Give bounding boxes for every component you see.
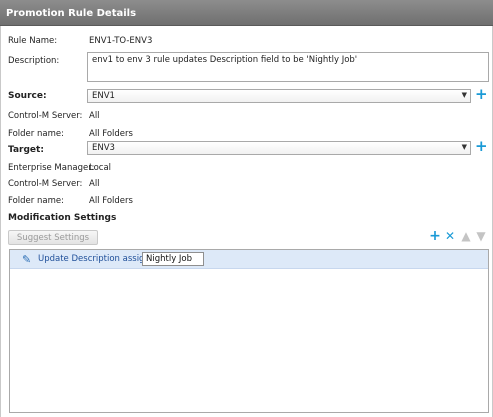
panel-title: Promotion Rule Details bbox=[0, 0, 493, 26]
description-field[interactable]: env1 to env 3 rule updates Description f… bbox=[87, 52, 489, 82]
modification-list: ✎ Update Description assign Nightly Job bbox=[9, 249, 489, 413]
promotion-rule-panel: Rule Name: ENV1-TO-ENV3 Description: env… bbox=[0, 26, 493, 417]
target-label: Target: bbox=[8, 145, 44, 155]
rule-name-label: Rule Name: bbox=[8, 36, 58, 46]
target-em-value: Local bbox=[89, 163, 112, 173]
add-target-plus-icon[interactable]: + bbox=[475, 139, 488, 154]
action-word: Update bbox=[38, 254, 69, 264]
target-folder-value: All Folders bbox=[89, 196, 133, 206]
target-em-label: Enterprise Manager: bbox=[8, 163, 95, 173]
rule-name-value: ENV1-TO-ENV3 bbox=[89, 36, 153, 46]
add-source-plus-icon[interactable]: + bbox=[475, 87, 488, 102]
target-server-value: All bbox=[89, 179, 100, 189]
arrow-down-icon[interactable]: ▼ bbox=[475, 230, 487, 242]
source-server-label: Control-M Server: bbox=[8, 111, 83, 121]
source-selected-value: ENV1 bbox=[92, 91, 115, 101]
assign-value-input[interactable]: Nightly Job bbox=[142, 252, 204, 266]
delete-setting-x-icon[interactable]: ✕ bbox=[444, 230, 456, 242]
target-folder-label: Folder name: bbox=[8, 196, 64, 206]
source-server-value: All bbox=[89, 111, 100, 121]
source-folder-label: Folder name: bbox=[8, 129, 64, 139]
target-server-label: Control-M Server: bbox=[8, 179, 83, 189]
source-label: Source: bbox=[8, 91, 47, 101]
modification-rule-text: Update Description assign bbox=[38, 254, 150, 264]
pencil-icon: ✎ bbox=[22, 253, 32, 266]
list-item[interactable]: ✎ Update Description assign Nightly Job bbox=[10, 250, 488, 269]
chevron-down-icon: ▼ bbox=[461, 143, 467, 151]
suggest-settings-button[interactable]: Suggest Settings bbox=[8, 230, 98, 245]
field-word: Description bbox=[71, 254, 120, 264]
chevron-down-icon: ▼ bbox=[461, 91, 467, 99]
target-selected-value: ENV3 bbox=[92, 143, 115, 153]
arrow-up-icon[interactable]: ▲ bbox=[460, 230, 472, 242]
source-select[interactable]: ENV1 ▼ bbox=[87, 89, 471, 103]
target-select[interactable]: ENV3 ▼ bbox=[87, 141, 471, 155]
add-setting-plus-icon[interactable]: + bbox=[429, 229, 441, 243]
source-folder-value: All Folders bbox=[89, 129, 133, 139]
modification-settings-title: Modification Settings bbox=[8, 213, 117, 223]
description-label: Description: bbox=[8, 56, 60, 66]
